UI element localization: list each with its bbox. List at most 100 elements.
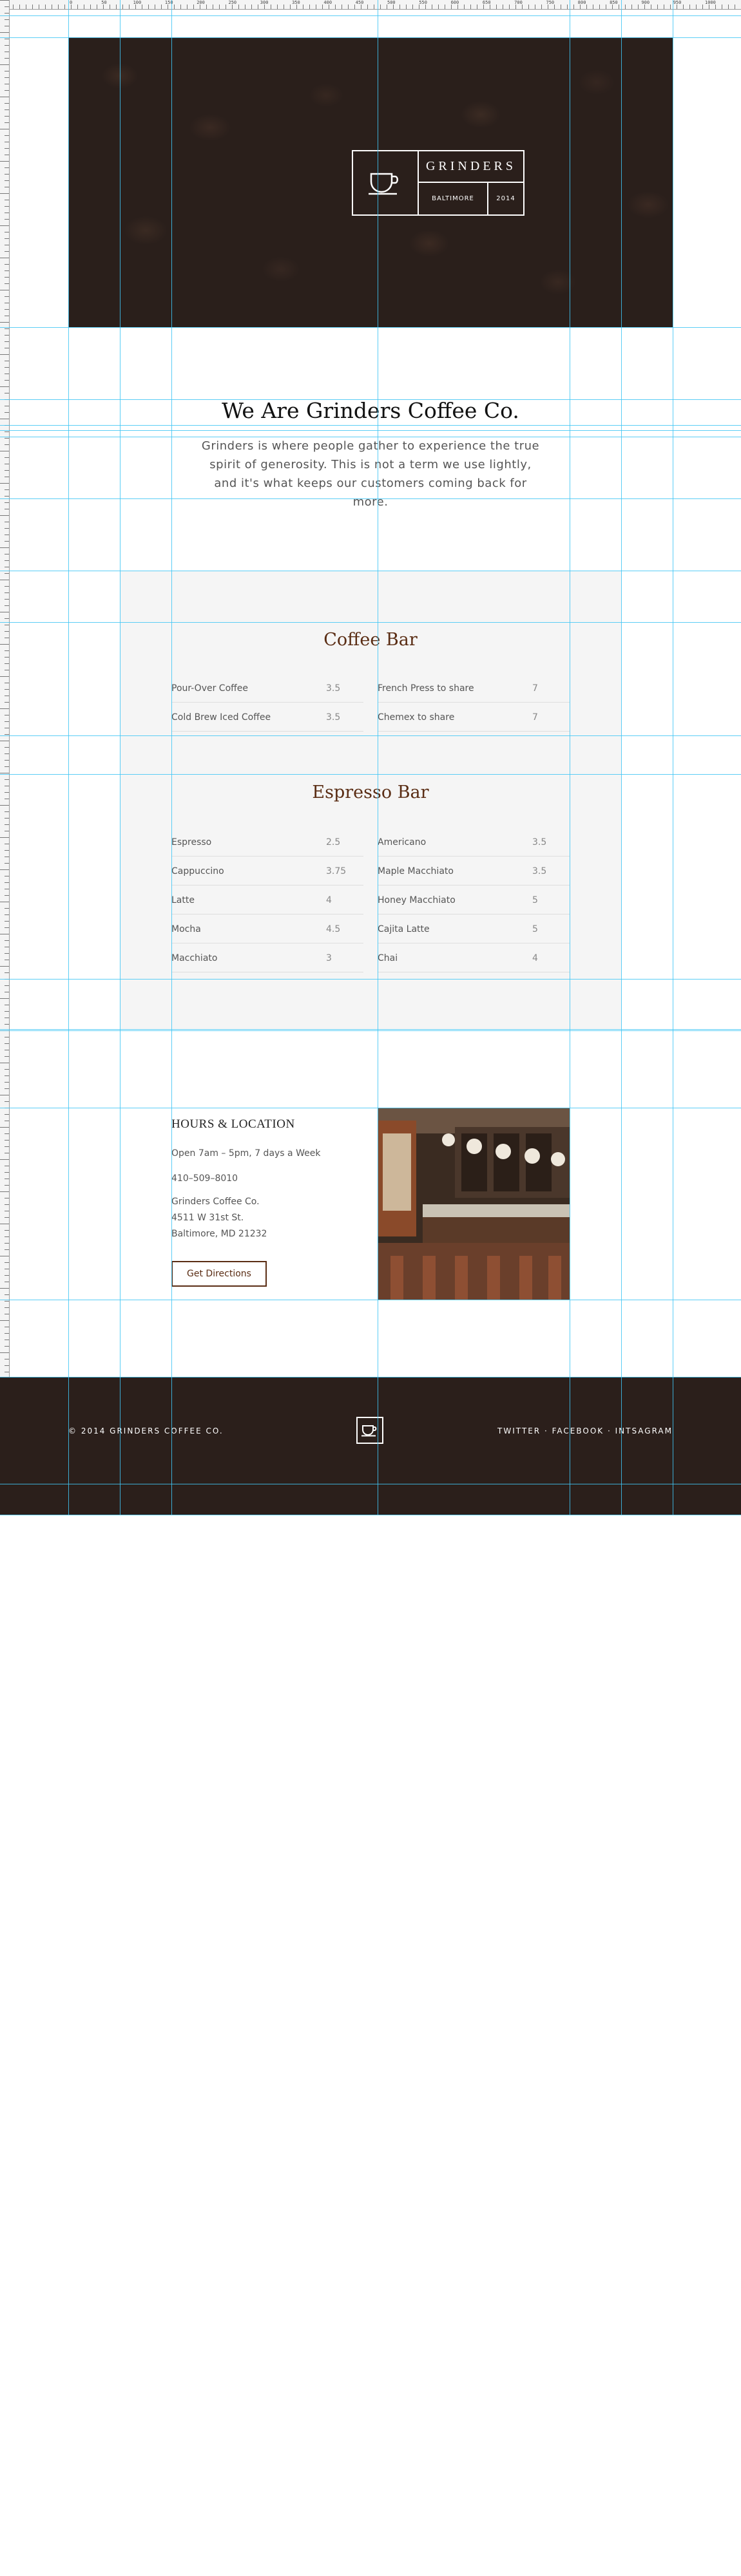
ruler-tick — [5, 1101, 9, 1102]
ruler-tick — [5, 341, 9, 342]
guide-line-horizontal[interactable] — [0, 1377, 741, 1378]
ruler-tick — [335, 5, 336, 9]
ruler-tick — [5, 882, 9, 883]
menu-item-price: 5 — [532, 924, 538, 934]
hours-phone[interactable]: 410–509–8010 — [171, 1173, 238, 1184]
guide-line-horizontal[interactable] — [0, 979, 741, 980]
guide-line-horizontal[interactable] — [0, 430, 741, 431]
ruler-tick — [5, 1236, 9, 1237]
ruler-tick — [380, 5, 381, 9]
guide-line-horizontal[interactable] — [0, 1030, 741, 1031]
twitter-link[interactable]: TWITTER — [497, 1426, 541, 1435]
guide-line-horizontal[interactable] — [0, 15, 741, 16]
ruler-tick — [90, 5, 91, 9]
ruler-label: 750 — [546, 0, 555, 5]
ruler-tick — [0, 998, 9, 999]
guide-line-horizontal[interactable] — [0, 1029, 741, 1030]
menu-item: Cold Brew Iced Coffee 3.5 — [171, 703, 363, 732]
ruler-horizontal[interactable]: 0 50 100 150 200 250 300 350 400 450 500 550 600 650 7… — [0, 0, 741, 10]
ruler-tick — [509, 5, 510, 9]
ruler-tick — [5, 721, 9, 722]
ruler-tick — [696, 5, 697, 9]
ruler-tick — [451, 5, 452, 9]
hours-city: Baltimore, MD 21232 — [171, 1229, 267, 1239]
ruler-tick — [5, 1185, 9, 1186]
ruler-vertical[interactable] — [0, 0, 10, 1515]
guide-line-vertical[interactable] — [171, 0, 172, 1515]
ruler-tick — [644, 5, 645, 9]
ruler-tick — [5, 1114, 9, 1115]
ruler-tick — [277, 5, 278, 9]
guide-line-vertical[interactable] — [68, 0, 69, 1515]
intro-heading: We Are Grinders Coffee Co. — [222, 398, 519, 423]
menu-item-name: Maple Macchiato — [378, 866, 454, 876]
ruler-tick — [5, 1243, 9, 1244]
espresso-bar-title: Espresso Bar — [312, 782, 429, 802]
ruler-tick — [5, 335, 9, 336]
menu-item-price: 4 — [532, 953, 538, 963]
guide-line-horizontal[interactable] — [0, 774, 741, 775]
ruler-tick — [0, 676, 9, 677]
ruler-tick — [5, 1146, 9, 1147]
ruler-tick — [0, 805, 9, 806]
ruler-label: 600 — [450, 0, 459, 5]
ruler-tick — [0, 354, 9, 355]
guide-line-horizontal[interactable] — [0, 425, 741, 426]
ruler-tick — [670, 5, 671, 9]
ruler-tick — [5, 1088, 9, 1089]
ruler-tick — [612, 5, 613, 9]
ruler-tick — [0, 1191, 9, 1192]
ruler-tick — [5, 58, 9, 59]
ruler-tick — [715, 5, 716, 9]
menu-item-price: 4 — [326, 895, 332, 905]
ruler-tick — [5, 747, 9, 748]
ruler-tick — [5, 1133, 9, 1134]
ruler-tick — [0, 837, 9, 838]
menu-item-name: Pour-Over Coffee — [171, 683, 249, 694]
guide-line-vertical[interactable] — [621, 0, 622, 1515]
social-separator: · — [541, 1426, 552, 1435]
hours-schedule: Open 7am – 5pm, 7 days a Week — [171, 1148, 321, 1159]
facebook-link[interactable]: FACEBOOK — [552, 1426, 604, 1435]
ruler-tick — [5, 592, 9, 593]
ruler-tick — [689, 5, 690, 9]
ruler-tick — [174, 5, 175, 9]
guide-line-horizontal[interactable] — [0, 399, 741, 400]
guide-line-horizontal[interactable] — [0, 498, 741, 499]
ruler-tick — [406, 5, 407, 9]
ruler-tick — [5, 103, 9, 104]
ruler-tick — [5, 1075, 9, 1076]
ruler-tick — [5, 1230, 9, 1231]
ruler-tick — [322, 5, 323, 9]
hours-business-name: Grinders Coffee Co. — [171, 1197, 260, 1207]
menu-item: Macchiato 3 — [171, 943, 363, 972]
instagram-link[interactable]: INTSAGRAM — [615, 1426, 673, 1435]
ruler-tick — [264, 5, 265, 9]
hours-heading: HOURS & LOCATION — [171, 1117, 295, 1131]
menu-item-name: French Press to share — [378, 683, 474, 694]
ruler-tick — [116, 5, 117, 9]
ruler-label: 800 — [577, 0, 586, 5]
ruler-tick — [5, 1172, 9, 1173]
ruler-tick — [251, 5, 252, 9]
ruler-tick — [5, 167, 9, 168]
ruler-tick — [5, 328, 9, 329]
ruler-tick — [728, 5, 729, 9]
guide-line-horizontal[interactable] — [0, 622, 741, 623]
guide-line-horizontal[interactable] — [0, 37, 741, 38]
guide-line-horizontal[interactable] — [0, 735, 741, 736]
menu-item-name: Chemex to share — [378, 712, 455, 723]
ruler-tick — [496, 5, 497, 9]
ruler-tick — [5, 45, 9, 46]
ruler-tick — [0, 708, 9, 709]
guide-line-horizontal[interactable] — [0, 327, 741, 328]
ruler-tick — [5, 180, 9, 181]
get-directions-button[interactable]: Get Directions — [171, 1261, 267, 1287]
footer-logo[interactable] — [356, 1417, 383, 1444]
social-links: TWITTER · FACEBOOK · INTSAGRAM — [492, 1426, 673, 1435]
ruler-tick — [0, 515, 9, 516]
ruler-tick — [5, 850, 9, 851]
footer-copyright: © 2014 GRINDERS COFFEE CO. — [68, 1426, 224, 1435]
ruler-tick — [0, 1288, 9, 1289]
ruler-tick — [0, 322, 9, 323]
